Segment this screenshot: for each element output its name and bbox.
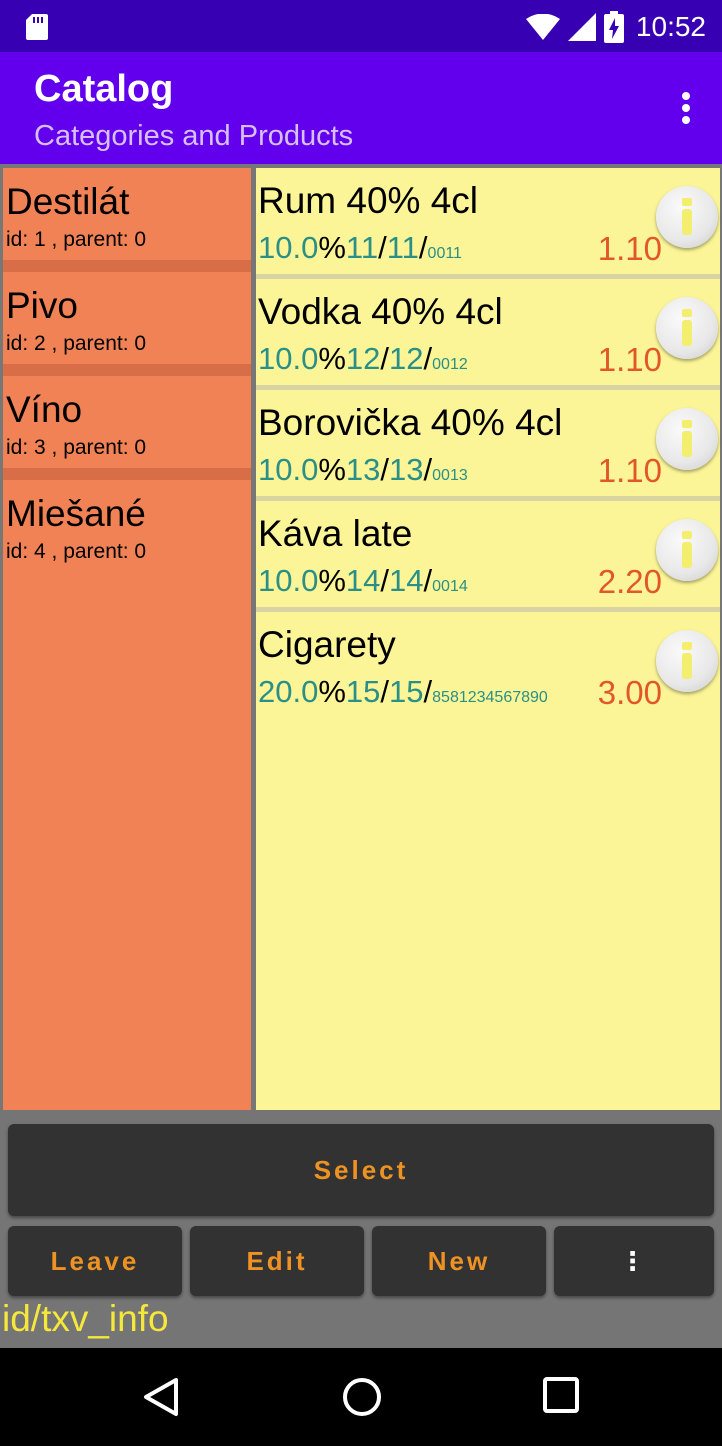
category-item[interactable]: Destilát id: 1 , parent: 0 xyxy=(3,168,251,272)
product-price: 1.10 xyxy=(597,230,662,267)
category-item[interactable]: Pivo id: 2 , parent: 0 xyxy=(3,272,251,376)
category-item[interactable]: Miešané id: 4 , parent: 0 xyxy=(3,480,251,584)
info-icon xyxy=(682,642,692,650)
info-icon xyxy=(682,309,692,317)
category-name: Miešané xyxy=(6,493,146,534)
product-meta: 10.0%11/11/0011 xyxy=(258,230,462,265)
info-button[interactable] xyxy=(656,408,718,470)
action-panel: Select Leave Edit New ⋮ id/txv_info xyxy=(0,1110,722,1348)
wifi-icon xyxy=(525,14,560,40)
product-name: Cigarety xyxy=(258,624,396,665)
product-name: Vodka 40% 4cl xyxy=(258,291,503,332)
category-meta: id: 3 , parent: 0 xyxy=(6,436,147,459)
category-meta: id: 4 , parent: 0 xyxy=(6,540,147,563)
info-icon xyxy=(682,531,692,539)
category-name: Destilát xyxy=(6,181,130,222)
battery-charging-icon xyxy=(603,11,624,43)
status-time: 10:52 xyxy=(635,11,706,42)
more-options-button[interactable]: ⋮ xyxy=(554,1226,714,1296)
product-name: Borovička 40% 4cl xyxy=(258,402,563,443)
category-meta: id: 1 , parent: 0 xyxy=(6,228,147,251)
app-subtitle: Categories and Products xyxy=(34,120,354,152)
home-icon[interactable] xyxy=(342,1377,382,1417)
product-item[interactable]: Cigarety 20.0%15/15/8581234567890 3.00 xyxy=(256,612,720,723)
product-list: Rum 40% 4cl 10.0%11/11/0011 1.10 Vodka 4… xyxy=(256,168,720,1110)
category-name: Víno xyxy=(6,389,83,430)
sd-card-icon xyxy=(26,14,48,40)
product-price: 1.10 xyxy=(597,452,662,489)
signal-icon xyxy=(567,13,596,41)
status-bar: 10:52 xyxy=(0,0,722,52)
recents-icon[interactable] xyxy=(543,1377,579,1413)
edit-button[interactable]: Edit xyxy=(190,1226,364,1296)
product-item[interactable]: Rum 40% 4cl 10.0%11/11/0011 1.10 xyxy=(256,168,720,279)
product-item[interactable]: Borovička 40% 4cl 10.0%13/13/0013 1.10 xyxy=(256,390,720,501)
product-name: Rum 40% 4cl xyxy=(258,180,479,221)
content-area: Destilát id: 1 , parent: 0 Pivo id: 2 , … xyxy=(0,164,722,1110)
leave-button[interactable]: Leave xyxy=(8,1226,182,1296)
category-item[interactable]: Víno id: 3 , parent: 0 xyxy=(3,376,251,480)
info-button[interactable] xyxy=(656,186,718,248)
info-icon xyxy=(682,198,692,206)
product-price: 1.10 xyxy=(597,341,662,378)
product-price: 3.00 xyxy=(597,674,662,711)
select-button[interactable]: Select xyxy=(8,1124,714,1216)
category-list: Destilát id: 1 , parent: 0 Pivo id: 2 , … xyxy=(3,168,251,1110)
product-meta: 10.0%13/13/0013 xyxy=(258,452,468,487)
category-meta: id: 2 , parent: 0 xyxy=(6,332,147,355)
product-meta: 10.0%12/12/0012 xyxy=(258,341,468,376)
product-item[interactable]: Káva late 10.0%14/14/0014 2.20 xyxy=(256,501,720,612)
app-title: Catalog xyxy=(34,68,174,110)
product-meta: 20.0%15/15/8581234567890 xyxy=(258,674,548,709)
info-text: id/txv_info xyxy=(2,1298,169,1339)
info-button[interactable] xyxy=(656,297,718,359)
back-icon[interactable] xyxy=(142,1377,180,1417)
app-bar: Catalog Categories and Products xyxy=(0,52,722,164)
new-button[interactable]: New xyxy=(372,1226,546,1296)
category-name: Pivo xyxy=(6,285,78,326)
info-button[interactable] xyxy=(656,519,718,581)
info-button[interactable] xyxy=(656,630,718,692)
product-item[interactable]: Vodka 40% 4cl 10.0%12/12/0012 1.10 xyxy=(256,279,720,390)
product-price: 2.20 xyxy=(597,563,662,600)
product-meta: 10.0%14/14/0014 xyxy=(258,563,468,598)
navigation-bar xyxy=(0,1348,722,1446)
info-icon xyxy=(682,420,692,428)
overflow-menu-icon[interactable] xyxy=(680,92,692,128)
product-name: Káva late xyxy=(258,513,413,554)
